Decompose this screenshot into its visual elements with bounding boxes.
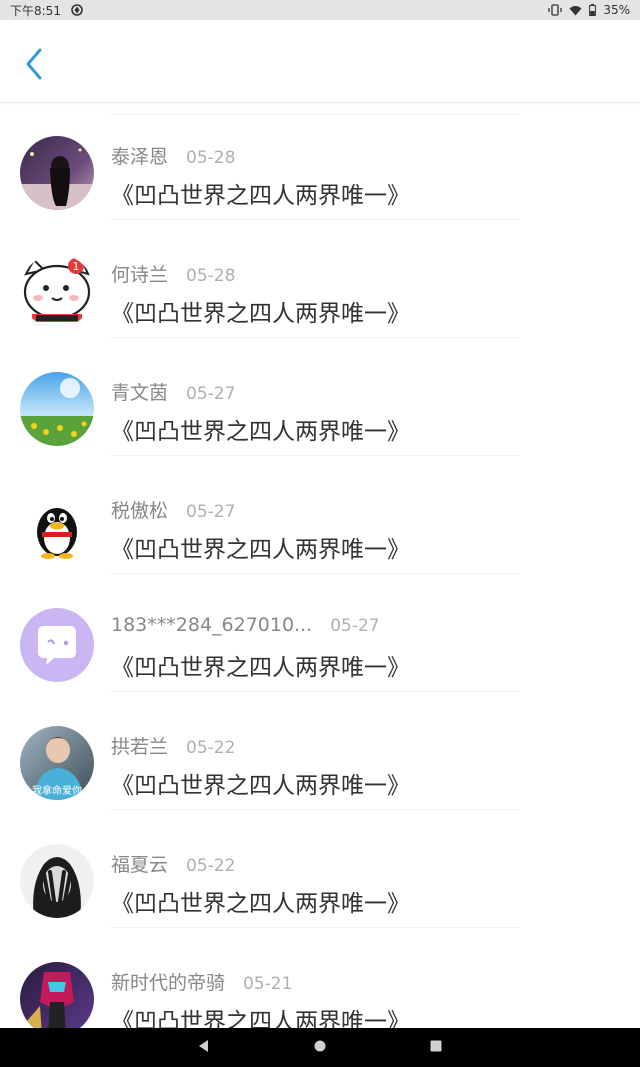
list-item[interactable]: 我拿命爱你 拱若兰 05-22 《凹凸世界之四人两界唯一》	[0, 692, 640, 810]
status-bar: 下午8:51 35%	[0, 0, 640, 20]
nav-recents-button[interactable]	[422, 1034, 450, 1062]
post-date: 05-22	[186, 856, 236, 876]
user-name[interactable]: 税傲松	[111, 496, 168, 523]
list-item[interactable]: 福夏云 05-22 《凹凸世界之四人两界唯一》	[0, 810, 640, 928]
user-name[interactable]: 183***284_627010...	[111, 614, 312, 636]
user-name[interactable]: 福夏云	[111, 850, 168, 877]
avatar[interactable]: 1	[20, 254, 94, 328]
list-item[interactable]: 青文茵 05-27 《凹凸世界之四人两界唯一》	[0, 338, 640, 456]
nav-home-button[interactable]	[306, 1034, 334, 1062]
status-time: 下午8:51	[10, 3, 61, 18]
sync-icon	[71, 4, 83, 16]
battery-level: 35%	[603, 3, 630, 17]
list-item[interactable]: 税傲松 05-27 《凹凸世界之四人两界唯一》	[0, 456, 640, 574]
chevron-left-icon	[24, 47, 44, 85]
back-button[interactable]	[16, 46, 52, 86]
user-name[interactable]: 泰泽恩	[111, 142, 168, 169]
book-title[interactable]: 《凹凸世界之四人两界唯一》	[111, 648, 410, 682]
avatar[interactable]	[20, 490, 94, 564]
avatar[interactable]	[20, 844, 94, 918]
list-item[interactable]: 新时代的帝骑 05-21 《凹凸世界之四人两界唯一》	[0, 928, 640, 1028]
vibrate-icon	[548, 4, 562, 16]
post-date: 05-28	[186, 148, 236, 168]
avatar[interactable]	[20, 608, 94, 682]
nav-back-icon	[197, 1038, 211, 1057]
comment-list: 泰泽恩 05-28 《凹凸世界之四人两界唯一》 1 何诗兰 05-28 《凹凸世…	[0, 102, 640, 1028]
user-name[interactable]: 新时代的帝骑	[111, 968, 225, 995]
post-date: 05-21	[243, 974, 293, 994]
user-name[interactable]: 何诗兰	[111, 260, 168, 287]
avatar[interactable]	[20, 962, 94, 1028]
book-title[interactable]: 《凹凸世界之四人两界唯一》	[111, 884, 410, 918]
avatar[interactable]	[20, 372, 94, 446]
book-title[interactable]: 《凹凸世界之四人两界唯一》	[111, 530, 410, 564]
list-item[interactable]: 1 何诗兰 05-28 《凹凸世界之四人两界唯一》	[0, 220, 640, 338]
avatar[interactable]	[20, 136, 94, 210]
avatar[interactable]: 我拿命爱你	[20, 726, 94, 800]
book-title[interactable]: 《凹凸世界之四人两界唯一》	[111, 176, 410, 210]
nav-back-button[interactable]	[190, 1034, 218, 1062]
avatar-caption: 我拿命爱你	[32, 784, 82, 797]
user-name[interactable]: 拱若兰	[111, 732, 168, 759]
book-title[interactable]: 《凹凸世界之四人两界唯一》	[111, 412, 410, 446]
list-item[interactable]: 183***284_627010... 05-27 《凹凸世界之四人两界唯一》	[0, 574, 640, 692]
post-date: 05-22	[186, 738, 236, 758]
nav-home-icon	[313, 1038, 327, 1057]
badge-number: 1	[73, 260, 80, 273]
post-date: 05-27	[330, 616, 380, 636]
book-title[interactable]: 《凹凸世界之四人两界唯一》	[111, 1002, 410, 1028]
user-name[interactable]: 青文茵	[111, 378, 168, 405]
post-date: 05-27	[186, 384, 236, 404]
book-title[interactable]: 《凹凸世界之四人两界唯一》	[111, 766, 410, 800]
system-nav-bar	[0, 1028, 640, 1067]
nav-recents-icon	[429, 1038, 443, 1057]
top-app-bar	[0, 20, 640, 103]
list-item[interactable]: 泰泽恩 05-28 《凹凸世界之四人两界唯一》	[0, 102, 640, 220]
book-title[interactable]: 《凹凸世界之四人两界唯一》	[111, 294, 410, 328]
battery-icon	[589, 4, 597, 16]
post-date: 05-28	[186, 266, 236, 286]
wifi-icon	[569, 5, 582, 16]
post-date: 05-27	[186, 502, 236, 522]
